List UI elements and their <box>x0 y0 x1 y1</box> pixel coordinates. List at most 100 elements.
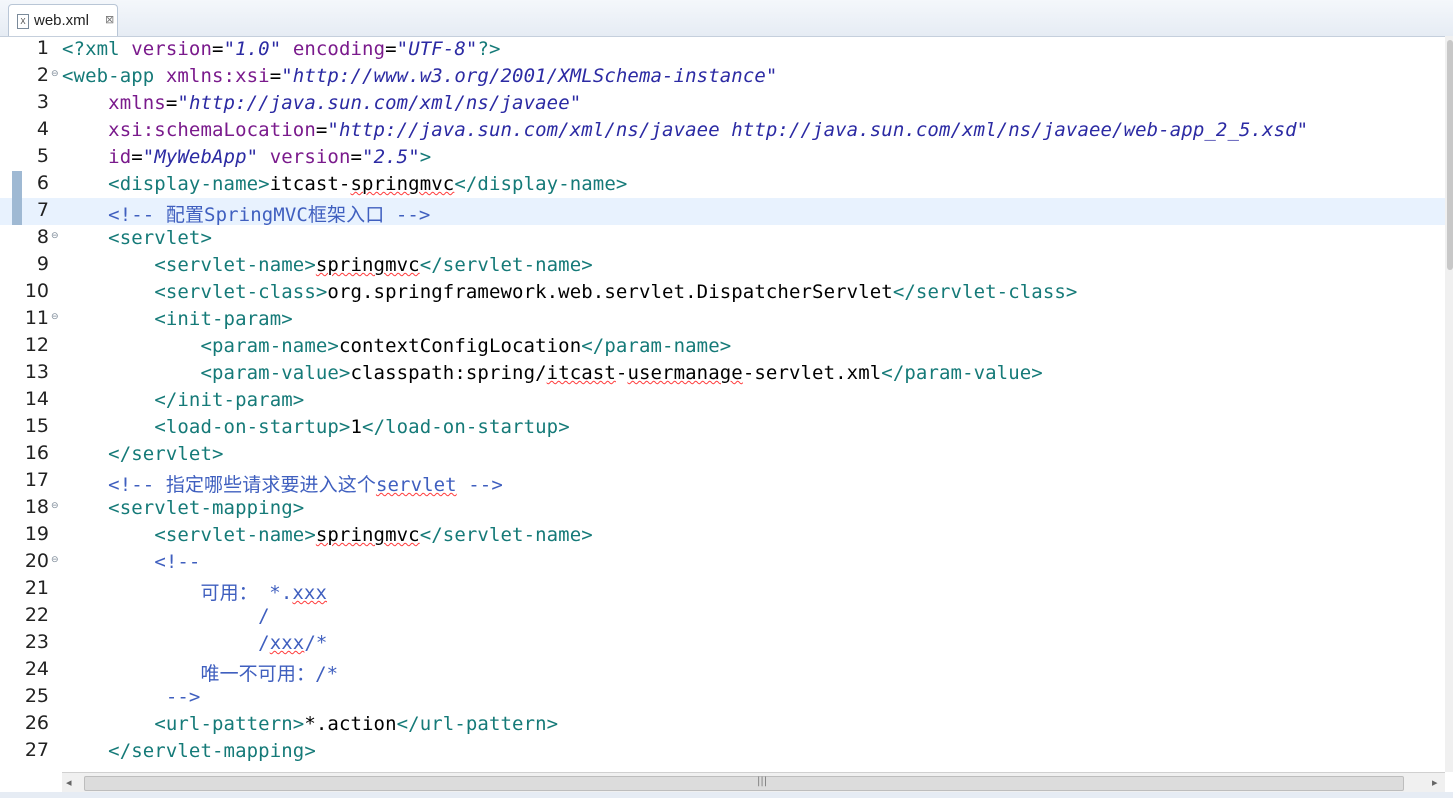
line-gutter: 4 <box>0 117 62 144</box>
code-line[interactable]: 3 xmlns="http://java.sun.com/xml/ns/java… <box>0 90 1445 117</box>
line-gutter: 19 <box>0 522 62 549</box>
code-line[interactable]: 12 <param-name>contextConfigLocation</pa… <box>0 333 1445 360</box>
code-line[interactable]: 21 可用： *.xxx <box>0 576 1445 604</box>
code-line[interactable]: 27 </servlet-mapping> <box>0 738 1445 765</box>
code-line[interactable]: 6 <display-name>itcast-springmvc</displa… <box>0 171 1445 198</box>
code-token: <init-param> <box>154 308 293 330</box>
code-line[interactable]: 14 </init-param> <box>0 387 1445 414</box>
line-gutter: 1 <box>0 36 62 63</box>
fold-toggle-icon[interactable]: ⊖ <box>51 312 59 322</box>
code-line[interactable]: 7 <!-- 配置SpringMVC框架入口 --> <box>0 198 1445 227</box>
line-gutter: 21 <box>0 576 62 603</box>
line-gutter: 14 <box>0 387 62 414</box>
editor-tab-bar: X web.xml ⊠ <box>0 0 1453 37</box>
line-number: 23 <box>24 631 49 653</box>
code-line[interactable]: 2 ⊖ <web-app xmlns:xsi="http://www.w3.org/… <box>0 63 1445 90</box>
fold-toggle-icon[interactable]: ⊖ <box>51 501 59 511</box>
line-number: 18 <box>24 496 49 518</box>
scroll-right-icon[interactable]: ▸ <box>1432 776 1438 789</box>
code-line[interactable]: 17 <!-- 指定哪些请求要进入这个servlet --> <box>0 468 1445 496</box>
code-text: <!-- 配置SpringMVC框架入口 --> <box>62 200 430 227</box>
code-line[interactable]: 18 ⊖ <servlet-mapping> <box>0 495 1445 522</box>
code-text: / <box>62 605 270 627</box>
code-line[interactable]: 24 唯一不可用：/* <box>0 657 1445 685</box>
code-token: <!-- 配置SpringMVC框架入口 --> <box>108 204 431 226</box>
code-token: = <box>131 146 143 168</box>
code-line[interactable]: 9 <servlet-name>springmvc</servlet-name> <box>0 252 1445 279</box>
vertical-scroll-thumb[interactable] <box>1447 40 1453 270</box>
code-line[interactable]: 13 <param-value>classpath:spring/itcast-… <box>0 360 1445 387</box>
code-line[interactable]: 26 <url-pattern>*.action</url-pattern> <box>0 711 1445 738</box>
code-token: > <box>419 146 432 168</box>
code-token: ?> <box>477 38 501 60</box>
line-number: 16 <box>24 442 49 464</box>
code-token: classpath:spring/ <box>350 362 547 384</box>
scroll-left-icon[interactable]: ◂ <box>66 776 72 789</box>
tab-label: web.xml <box>34 12 90 29</box>
code-line[interactable]: 22 / <box>0 603 1445 630</box>
code-token: springmvc <box>315 524 420 546</box>
code-line[interactable]: 16 </servlet> <box>0 441 1445 468</box>
fold-toggle-icon[interactable]: ⊖ <box>51 231 59 241</box>
code-line[interactable]: 23 /xxx/* <box>0 630 1445 657</box>
code-token: / <box>258 605 270 627</box>
line-number: 3 <box>36 91 49 113</box>
code-text: xmlns="http://java.sun.com/xml/ns/javaee… <box>62 92 581 114</box>
code-token: servlet <box>375 474 457 496</box>
code-token: - <box>615 362 628 384</box>
fold-toggle-icon[interactable]: ⊖ <box>51 69 59 79</box>
line-number: 7 <box>36 199 49 221</box>
line-gutter: 27 <box>0 738 62 765</box>
horizontal-scrollbar[interactable]: ◂ ||| ▸ <box>62 772 1445 793</box>
code-line[interactable]: 4 xsi:schemaLocation="http://java.sun.co… <box>0 117 1445 144</box>
tab-web-xml[interactable]: X web.xml ⊠ <box>8 4 118 36</box>
code-line[interactable]: 1 <?xml version="1.0" encoding="UTF-8"?> <box>0 36 1445 63</box>
code-token: xxx <box>269 632 305 654</box>
code-text: <url-pattern>*.action</url-pattern> <box>62 713 558 735</box>
line-number: 17 <box>24 469 49 491</box>
code-token: </servlet-name> <box>419 254 593 276</box>
code-token: 唯一不可用：/* <box>200 663 339 685</box>
horizontal-scroll-thumb[interactable]: ||| <box>84 776 1404 791</box>
line-number: 12 <box>24 334 49 356</box>
code-token: itcast- <box>269 173 351 195</box>
code-text: <servlet-mapping> <box>62 497 304 519</box>
code-token: <url-pattern> <box>154 713 305 735</box>
code-token: contextConfigLocation <box>338 335 582 357</box>
code-text: id="MyWebApp" version="2.5"> <box>62 146 431 168</box>
code-token: <servlet-class> <box>154 281 328 303</box>
code-line[interactable]: 8 ⊖ <servlet> <box>0 225 1445 252</box>
line-gutter: 16 <box>0 441 62 468</box>
code-line[interactable]: 11 ⊖ <init-param> <box>0 306 1445 333</box>
code-line[interactable]: 5 id="MyWebApp" version="2.5"> <box>0 144 1445 171</box>
code-text: <init-param> <box>62 308 293 330</box>
line-gutter: 9 <box>0 252 62 279</box>
code-editor[interactable]: 1 <?xml version="1.0" encoding="UTF-8"?> 2… <box>0 36 1445 772</box>
code-line[interactable]: 25 --> <box>0 684 1445 711</box>
line-number: 2 <box>36 64 49 86</box>
code-line[interactable]: 19 <servlet-name>springmvc</servlet-name… <box>0 522 1445 549</box>
close-icon[interactable]: ⊠ <box>105 13 114 26</box>
fold-toggle-icon[interactable]: ⊖ <box>51 555 59 565</box>
code-token: / <box>258 632 270 654</box>
code-token: -servlet.xml <box>742 362 882 384</box>
code-token: "MyWebApp" <box>142 146 259 168</box>
line-gutter: 10 <box>0 279 62 306</box>
code-text: <servlet-name>springmvc</servlet-name> <box>62 254 593 276</box>
code-token: </param-name> <box>581 335 732 357</box>
code-line[interactable]: 20 ⊖ <!-- <box>0 549 1445 576</box>
code-token: springmvc <box>350 173 455 195</box>
code-line[interactable]: 15 <load-on-startup>1</load-on-startup> <box>0 414 1445 441</box>
code-token: </init-param> <box>154 389 305 411</box>
code-line[interactable]: 10 <servlet-class>org.springframework.we… <box>0 279 1445 306</box>
line-gutter: 6 <box>0 171 62 198</box>
